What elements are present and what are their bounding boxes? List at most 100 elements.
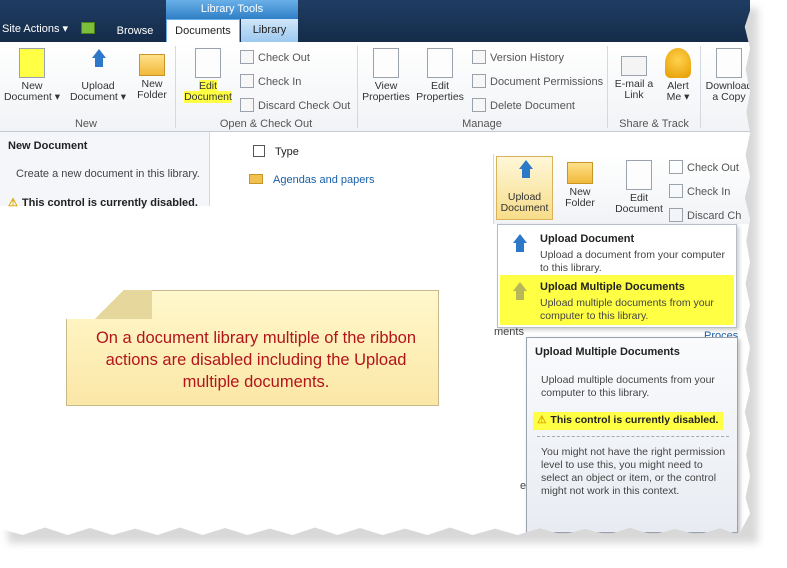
separator [175, 46, 176, 128]
check-out-label: Check Out [258, 52, 310, 64]
tooltip-title: Upload Multiple Documents [535, 346, 680, 358]
folder-icon [249, 174, 263, 184]
group-share-track-label: Share & Track [619, 118, 689, 130]
tooltip-warning: ⚠ This control is currently disabled. [8, 196, 198, 209]
upload-arrow-icon [506, 233, 530, 261]
menu-item-desc: Upload multiple documents from your comp… [540, 297, 714, 322]
upload-document-label: Upload Document ▾ [69, 80, 127, 103]
upload-document-button[interactable]: Upload Document [496, 156, 553, 220]
menu-item-upload-document[interactable]: Upload Document Upload a document from y… [500, 227, 734, 277]
menu-item-title: Upload Document [540, 233, 635, 245]
discard-check-out-button[interactable]: Discard Check Out [240, 98, 350, 112]
discard-icon [669, 208, 683, 222]
navigate-up-icon[interactable] [81, 22, 95, 34]
tab-browse[interactable]: Browse [110, 22, 160, 42]
new-document-label: New Document ▾ [3, 80, 61, 103]
divider [537, 436, 729, 437]
list-header: Type [253, 145, 299, 158]
check-out-icon [240, 50, 254, 64]
upload-document-label: Upload Document [500, 191, 549, 214]
version-history-label: Version History [490, 52, 564, 64]
tab-library[interactable]: Library [241, 19, 298, 42]
menu-item-upload-multiple-documents[interactable]: Upload Multiple Documents Upload multipl… [500, 275, 734, 325]
stray-text: ments [494, 326, 524, 338]
edit-document-icon [195, 48, 221, 78]
new-document-button[interactable]: New Document ▾ [2, 48, 62, 103]
tooltip-body: You might not have the right permission … [541, 446, 726, 497]
version-history-button[interactable]: Version History [472, 50, 564, 64]
discard-check-out-button[interactable]: Discard Ch [669, 208, 741, 222]
upload-document-button[interactable]: Upload Document ▾ [66, 48, 130, 103]
discard-icon [240, 98, 254, 112]
delete-document-button[interactable]: Delete Document [472, 98, 575, 112]
email-link-button[interactable]: E-mail a Link [610, 48, 658, 101]
view-properties-label: View Properties [362, 80, 410, 103]
type-column-header[interactable]: Type [275, 146, 299, 158]
document-permissions-button[interactable]: Document Permissions [472, 74, 603, 88]
tooltip-desc: Upload multiple documents from your comp… [541, 374, 715, 399]
site-actions-menu[interactable]: Site Actions ▾ [2, 22, 68, 35]
discard-check-out-label: Discard Check Out [258, 100, 351, 112]
group-manage-label: Manage [462, 118, 502, 130]
edit-document-label: Edit Document [184, 80, 232, 103]
upload-multiple-tooltip: Upload Multiple Documents Upload multipl… [526, 337, 738, 533]
edit-document-icon [626, 160, 652, 190]
new-folder-button[interactable]: New Folder [132, 48, 172, 101]
separator [607, 46, 608, 128]
delete-document-label: Delete Document [490, 100, 575, 112]
bell-icon [665, 48, 691, 78]
callout-text: On a document library multiple of the ri… [95, 329, 417, 391]
check-out-button[interactable]: Check Out [669, 160, 739, 174]
permissions-icon [472, 74, 486, 88]
edit-document-button[interactable]: Edit Document [612, 160, 666, 215]
tooltip-title: New Document [8, 140, 88, 152]
callout-fold [66, 290, 152, 319]
alert-me-button[interactable]: Alert Me ▾ [660, 48, 696, 103]
folder-name-link[interactable]: Agendas and papers [273, 174, 375, 186]
discard-label: Discard Ch [687, 210, 742, 222]
tooltip-warning-text: This control is currently disabled. [21, 197, 198, 209]
check-out-label: Check Out [687, 162, 739, 174]
document-permissions-label: Document Permissions [490, 76, 604, 88]
menu-item-title: Upload Multiple Documents [540, 281, 685, 293]
version-history-icon [472, 50, 486, 64]
view-properties-icon [373, 48, 399, 78]
zoomed-ribbon: Upload Document New Folder Edit Document… [493, 154, 750, 224]
download-copy-label: Download a Copy [705, 80, 750, 103]
check-in-button[interactable]: Check In [669, 184, 730, 198]
upload-dropdown-menu: Upload Document Upload a document from y… [497, 224, 737, 328]
check-in-label: Check In [687, 186, 731, 198]
view-properties-button[interactable]: View Properties [360, 48, 412, 103]
edit-properties-button[interactable]: Edit Properties [414, 48, 466, 103]
list-item[interactable]: Agendas and papers [249, 174, 375, 186]
select-all-checkbox[interactable] [253, 145, 265, 157]
edit-document-button[interactable]: Edit Document [180, 48, 236, 103]
delete-x-icon [472, 98, 486, 112]
new-folder-button[interactable]: New Folder [558, 156, 602, 209]
email-icon [621, 56, 647, 76]
warning-icon: ⚠ [537, 414, 547, 426]
new-folder-label: New Folder [565, 186, 595, 209]
check-in-button[interactable]: Check In [240, 74, 301, 88]
tooltip-desc: Create a new document in this library. [16, 168, 200, 180]
menu-item-desc: Upload a document from your computer to … [540, 249, 726, 274]
upload-arrow-icon [85, 48, 111, 78]
edit-properties-label: Edit Properties [416, 80, 464, 103]
email-link-label: E-mail a Link [614, 78, 654, 101]
upload-arrow-icon [512, 159, 538, 189]
new-document-tooltip: New Document Create a new document in th… [0, 132, 210, 209]
library-tools-header: Library Tools [166, 0, 298, 19]
new-folder-label: New Folder [137, 78, 167, 101]
group-open-check-out-label: Open & Check Out [219, 118, 313, 130]
screenshot-frame: Site Actions ▾ Browse Library Tools Docu… [0, 0, 750, 535]
top-bar: Site Actions ▾ Browse Library Tools Docu… [0, 0, 750, 42]
download-icon [716, 48, 742, 78]
check-out-icon [669, 160, 683, 174]
upload-multiple-icon [506, 281, 530, 309]
tooltip-warning: ⚠ This control is currently disabled. [533, 412, 723, 430]
check-in-icon [669, 184, 683, 198]
download-copy-button[interactable]: Download a Copy [704, 48, 750, 103]
folder-icon [139, 54, 165, 76]
check-out-button[interactable]: Check Out [240, 50, 310, 64]
tab-documents[interactable]: Documents [166, 19, 240, 42]
